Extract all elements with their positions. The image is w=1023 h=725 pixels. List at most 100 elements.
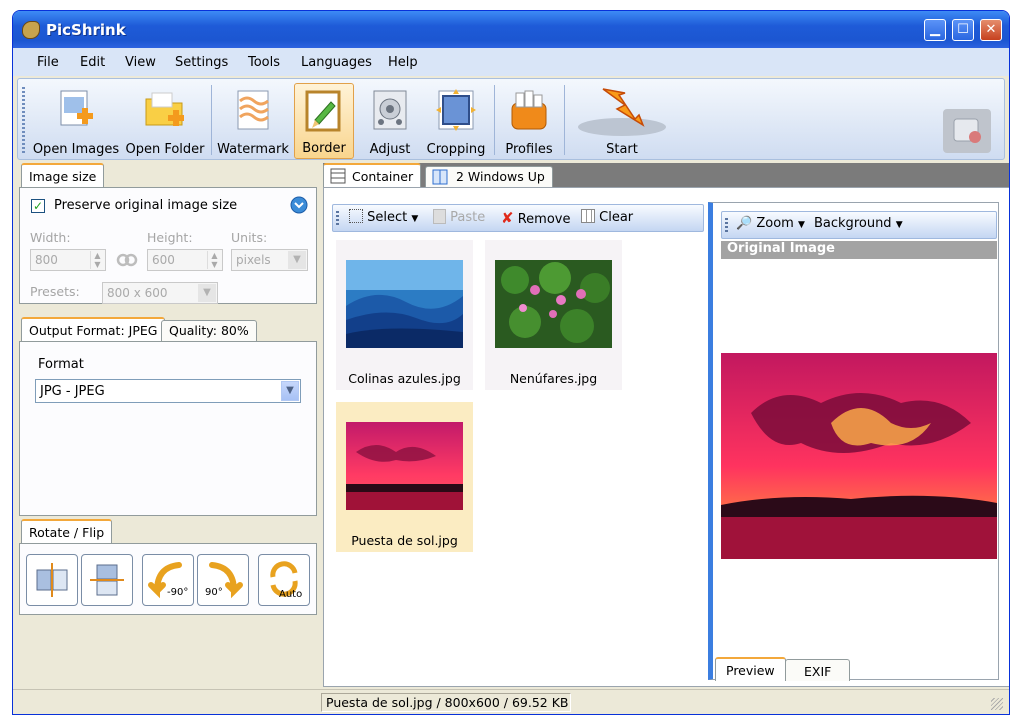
presets-select[interactable]: 800 x 600 ▼ — [102, 282, 218, 304]
status-bar: Puesta de sol.jpg / 800x600 / 69.52 KB — [13, 689, 1009, 714]
thumbnail-item-selected[interactable]: Puesta de sol.jpg — [336, 402, 473, 552]
border-icon — [305, 90, 341, 132]
clear-grid-icon — [581, 209, 595, 223]
tab-preview[interactable]: Preview — [715, 657, 786, 681]
content-area: Container 2 Windows Up Select ▼ Paste ✘ … — [323, 163, 1009, 703]
units-select[interactable]: pixels ▼ — [231, 249, 308, 271]
thumbnail-item[interactable]: Nenúfares.jpg — [485, 240, 622, 390]
width-value: 800 — [35, 253, 58, 267]
container-pane: Select ▼ Paste ✘ Remove Clear Colinas az… — [323, 187, 1009, 687]
menu-edit[interactable]: Edit — [80, 55, 105, 70]
width-spinner-icon[interactable]: ▲ ▼ — [90, 251, 104, 269]
link-chain-icon[interactable] — [116, 253, 138, 267]
start-button[interactable]: Start — [574, 83, 670, 159]
open-folder-label: Open Folder — [125, 142, 205, 157]
preserve-size-label: Preserve original image size — [54, 198, 238, 213]
chevron-down-icon: ▼ — [895, 220, 903, 230]
open-folder-button[interactable]: Open Folder — [124, 83, 206, 159]
chevron-down-icon: ▼ — [198, 284, 216, 302]
border-button[interactable]: Border — [294, 83, 354, 159]
profiles-button[interactable]: Profiles — [499, 83, 559, 159]
units-value: pixels — [236, 253, 271, 267]
cropping-label: Cropping — [426, 142, 486, 157]
menu-view[interactable]: View — [125, 55, 156, 70]
menu-settings[interactable]: Settings — [175, 55, 228, 70]
start-label: Start — [606, 142, 638, 157]
select-menu-button[interactable]: Select ▼ — [349, 209, 418, 225]
settings-panel: Image size ✓ Preserve original image siz… — [19, 163, 319, 703]
feedback-button[interactable] — [943, 109, 991, 153]
background-label: Background — [814, 216, 892, 231]
remove-x-icon: ✘ — [501, 209, 514, 227]
water-lilies-image — [495, 260, 612, 348]
paste-button[interactable]: Paste — [433, 209, 485, 225]
tab-output-format[interactable]: Output Format: JPEG — [21, 317, 166, 341]
toolbar-grip[interactable] — [725, 218, 728, 234]
presets-label: Presets: — [30, 284, 80, 299]
toolbar-grip[interactable] — [22, 87, 25, 153]
minimize-icon: ▁ — [930, 22, 940, 37]
sunset-image — [346, 422, 463, 510]
minimize-button[interactable]: ▁ — [924, 19, 946, 41]
menu-languages[interactable]: Languages — [301, 55, 372, 70]
flip-horizontal-button[interactable] — [26, 554, 78, 606]
zoom-label: Zoom — [756, 216, 794, 231]
border-label: Border — [302, 141, 346, 156]
thumbnail-filename: Puesta de sol.jpg — [351, 533, 458, 548]
background-menu-button[interactable]: Background ▼ — [814, 216, 903, 231]
collapse-chevron-icon[interactable] — [290, 196, 308, 214]
title-bar[interactable]: PicShrink ▁ ☐ ✕ — [13, 11, 1009, 48]
remove-button[interactable]: ✘ Remove — [501, 209, 570, 227]
auto-rotate-button[interactable]: Auto — [258, 554, 310, 606]
chevron-down-icon: ▼ — [411, 214, 419, 224]
picshrink-logo-icon — [22, 21, 40, 39]
close-button[interactable]: ✕ — [980, 19, 1002, 41]
toolbar-separator — [494, 85, 495, 155]
height-spinner-icon[interactable]: ▲ ▼ — [207, 251, 221, 269]
format-select[interactable]: JPG - JPEG ▼ — [35, 379, 301, 403]
toolbar-separator — [564, 85, 565, 155]
status-text: Puesta de sol.jpg / 800x600 / 69.52 KB — [321, 693, 571, 712]
chevron-down-icon: ▼ — [797, 220, 805, 230]
tab-quality[interactable]: Quality: 80% — [161, 320, 257, 341]
paste-label: Paste — [450, 210, 486, 225]
presets-value: 800 x 600 — [107, 286, 168, 300]
menu-tools[interactable]: Tools — [248, 55, 280, 70]
resize-grip-icon[interactable] — [991, 698, 1003, 710]
height-input[interactable]: 600 ▲ ▼ — [147, 249, 223, 271]
open-folder-icon — [145, 92, 184, 126]
flip-vertical-button[interactable] — [81, 554, 133, 606]
window-title: PicShrink — [46, 21, 126, 39]
auto-rotate-label: Auto — [279, 589, 303, 600]
maximize-button[interactable]: ☐ — [952, 19, 974, 41]
preview-header: Original Image — [721, 241, 997, 259]
image-size-panel: ✓ Preserve original image size Width: He… — [19, 187, 317, 304]
tab-windows-up[interactable]: 2 Windows Up — [425, 166, 553, 187]
rotate-cw-button[interactable]: 90° — [197, 554, 249, 606]
menu-file[interactable]: File — [37, 55, 59, 70]
open-images-label: Open Images — [32, 142, 120, 157]
rotate-cw-label: 90° — [205, 587, 223, 598]
thumbnail-item[interactable]: Colinas azules.jpg — [336, 240, 473, 390]
clear-button[interactable]: Clear — [581, 209, 633, 225]
tab-image-size[interactable]: Image size — [21, 163, 105, 187]
adjust-button[interactable]: Adjust — [360, 83, 420, 159]
zoom-menu-button[interactable]: 🔎 Zoom ▼ — [736, 216, 805, 231]
preview-pane: 🔎 Zoom ▼ Background ▼ Original Image Pre… — [708, 202, 999, 681]
rotate-ccw-button[interactable]: -90° — [142, 554, 194, 606]
preserve-size-checkbox[interactable]: ✓ — [31, 199, 45, 213]
remove-label: Remove — [517, 212, 571, 227]
open-images-button[interactable]: Open Images — [32, 83, 120, 159]
format-value: JPG - JPEG — [40, 384, 105, 399]
cropping-icon — [436, 89, 476, 131]
watermark-button[interactable]: Watermark — [217, 83, 289, 159]
menu-help[interactable]: Help — [388, 55, 418, 70]
width-input[interactable]: 800 ▲ ▼ — [30, 249, 106, 271]
tab-exif[interactable]: EXIF — [785, 659, 851, 681]
tab-rotate-flip[interactable]: Rotate / Flip — [21, 519, 113, 543]
tab-container[interactable]: Container — [323, 163, 422, 187]
chevron-down-icon: ▼ — [288, 251, 306, 269]
toolbar-grip[interactable] — [336, 211, 339, 227]
close-icon: ✕ — [985, 22, 997, 37]
cropping-button[interactable]: Cropping — [423, 83, 489, 159]
